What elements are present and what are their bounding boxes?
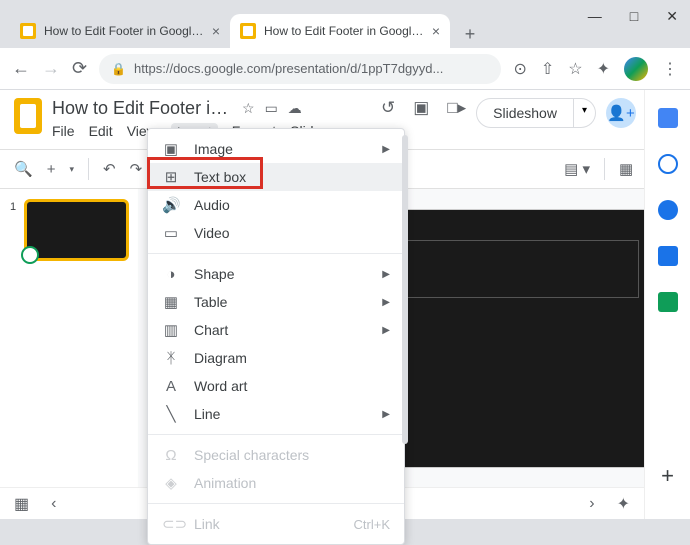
- theme-button[interactable]: ▦: [619, 160, 633, 178]
- slide-number: 1: [10, 201, 16, 213]
- image-icon: ▣: [162, 140, 180, 158]
- menu-item-audio[interactable]: 🔊Audio: [148, 191, 404, 219]
- close-icon[interactable]: ×: [432, 23, 440, 39]
- slides-logo-icon[interactable]: [14, 98, 42, 134]
- slide-thumbnail-1[interactable]: [24, 199, 129, 261]
- new-slide-button[interactable]: +: [47, 161, 56, 178]
- menu-item-word-art[interactable]: AWord art: [148, 372, 404, 400]
- side-panel: +: [644, 90, 690, 519]
- comments-icon[interactable]: ▣: [413, 98, 429, 118]
- search-icon[interactable]: ⊙: [513, 59, 526, 79]
- cloud-status-icon[interactable]: ☁: [288, 100, 302, 117]
- table-icon: ▦: [162, 293, 180, 311]
- chart-icon: ▥: [162, 321, 180, 339]
- tab-title: How to Edit Footer in Google Sli: [44, 24, 206, 38]
- insert-menu: ▣Image▶ ⊞Text box 🔊Audio ▭Video ◑Shape▶ …: [147, 128, 405, 545]
- reload-button[interactable]: ⟳: [72, 58, 87, 79]
- lock-icon: 🔒: [111, 62, 126, 76]
- menu-item-image[interactable]: ▣Image▶: [148, 135, 404, 163]
- history-icon[interactable]: ↺: [381, 98, 395, 118]
- present-icon[interactable]: □▸: [447, 98, 466, 118]
- text-box-icon: ⊞: [162, 168, 180, 186]
- kebab-menu-icon[interactable]: ⋮: [662, 59, 678, 79]
- special-chars-icon: Ω: [162, 447, 180, 464]
- shape-icon: ◑: [162, 266, 180, 283]
- new-tab-button[interactable]: +: [456, 20, 484, 48]
- line-icon: ╲: [162, 405, 180, 423]
- menu-edit[interactable]: Edit: [89, 123, 113, 141]
- audio-icon: 🔊: [162, 196, 180, 214]
- prev-slide-button[interactable]: ‹: [51, 495, 56, 513]
- menu-item-shape[interactable]: ◑Shape▶: [148, 260, 404, 288]
- tasks-icon[interactable]: [658, 200, 678, 220]
- grid-view-icon[interactable]: ▦: [14, 494, 29, 514]
- undo-button[interactable]: ↶: [103, 160, 116, 178]
- menu-item-text-box[interactable]: ⊞Text box: [148, 163, 404, 191]
- browser-tab-2-active[interactable]: How to Edit Footer in Google Sli ×: [230, 14, 450, 48]
- search-menus-icon[interactable]: 🔍: [14, 160, 33, 178]
- menu-item-link: ⊂⊃LinkCtrl+K: [148, 510, 404, 538]
- favicon-icon: [20, 23, 36, 39]
- menu-item-diagram[interactable]: ᛡDiagram: [148, 344, 404, 372]
- contacts-icon[interactable]: [658, 246, 678, 266]
- slideshow-button[interactable]: Slideshow: [476, 98, 574, 128]
- bookmark-icon[interactable]: ☆: [568, 59, 582, 79]
- submenu-arrow-icon: ▶: [382, 144, 390, 155]
- menu-item-special-characters: ΩSpecial characters: [148, 441, 404, 469]
- explore-button[interactable]: ✦: [617, 494, 630, 514]
- favicon-icon: [240, 23, 256, 39]
- submenu-arrow-icon: ▶: [382, 297, 390, 308]
- document-title[interactable]: How to Edit Footer in G...: [52, 98, 232, 119]
- menu-item-video[interactable]: ▭Video: [148, 219, 404, 247]
- animation-icon: ◈: [162, 474, 180, 492]
- window-maximize[interactable]: □: [630, 8, 638, 25]
- extensions-icon[interactable]: ✦: [597, 59, 610, 79]
- move-icon[interactable]: ▭: [265, 100, 278, 117]
- video-icon: ▭: [162, 224, 180, 242]
- add-on-button[interactable]: +: [661, 463, 674, 489]
- browser-tab-1[interactable]: How to Edit Footer in Google Sli ×: [10, 14, 230, 48]
- filmstrip: 1: [0, 189, 138, 488]
- menu-file[interactable]: File: [52, 123, 75, 141]
- link-icon: ⊂⊃: [162, 515, 180, 533]
- window-minimize[interactable]: —: [588, 8, 602, 25]
- close-icon[interactable]: ×: [212, 23, 220, 39]
- address-bar[interactable]: 🔒 https://docs.google.com/presentation/d…: [99, 54, 501, 84]
- tab-title: How to Edit Footer in Google Sli: [264, 24, 426, 38]
- menu-item-animation: ◈Animation: [148, 469, 404, 497]
- extension-icon[interactable]: [624, 57, 648, 81]
- share-icon[interactable]: ⇧: [541, 59, 554, 79]
- diagram-icon: ᛡ: [162, 350, 180, 367]
- calendar-icon[interactable]: [658, 108, 678, 128]
- forward-button: →: [42, 58, 60, 79]
- menu-item-table[interactable]: ▦Table▶: [148, 288, 404, 316]
- menu-item-chart[interactable]: ▥Chart▶: [148, 316, 404, 344]
- submenu-arrow-icon: ▶: [382, 325, 390, 336]
- back-button[interactable]: ←: [12, 58, 30, 79]
- menu-item-line[interactable]: ╲Line▶: [148, 400, 404, 428]
- submenu-arrow-icon: ▶: [382, 269, 390, 280]
- url-text: https://docs.google.com/presentation/d/1…: [134, 61, 489, 76]
- maps-icon[interactable]: [658, 292, 678, 312]
- window-close[interactable]: ✕: [666, 8, 678, 25]
- star-icon[interactable]: ☆: [242, 100, 255, 117]
- keep-icon[interactable]: [658, 154, 678, 174]
- redo-button[interactable]: ↷: [130, 160, 143, 178]
- slideshow-dropdown[interactable]: ▾: [574, 98, 596, 128]
- submenu-arrow-icon: ▶: [382, 409, 390, 420]
- new-slide-dropdown[interactable]: ▾: [69, 164, 74, 175]
- layout-dropdown[interactable]: ▤ ▾: [564, 160, 590, 178]
- next-slide-button[interactable]: ›: [589, 495, 594, 513]
- share-button[interactable]: 👤+: [606, 98, 636, 128]
- word-art-icon: A: [162, 378, 180, 395]
